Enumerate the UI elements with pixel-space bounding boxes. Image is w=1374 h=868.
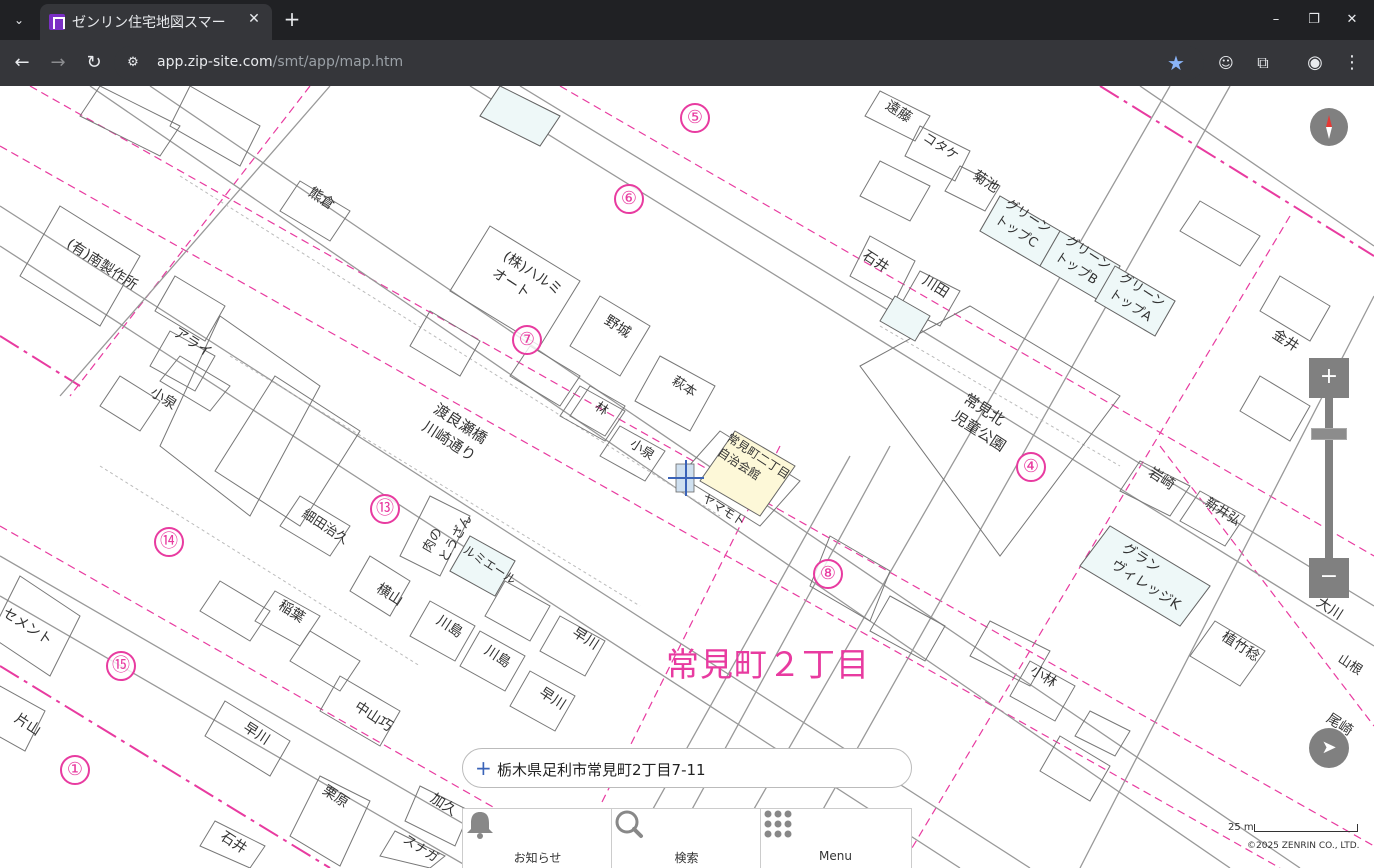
back-arrow-icon[interactable]: ← (9, 50, 35, 76)
add-icon[interactable]: + (475, 756, 492, 780)
browser-tab-bar: ⌄ ゼンリン住宅地図スマー ✕ + – ❐ ✕ (0, 0, 1374, 40)
reload-icon[interactable]: ↻ (81, 50, 107, 76)
block-number: ⑭ (154, 527, 184, 557)
block-number: ⑬ (370, 494, 400, 524)
bottom-menu: お知らせ 検索 Menu (462, 808, 912, 868)
menu-label: Menu (819, 849, 852, 863)
map-scale: 25 m (1228, 822, 1358, 834)
address-text: 栃木県足利市常見町2丁目7-11 (497, 761, 706, 779)
grid-icon (764, 810, 792, 838)
tab-search-button[interactable]: ⌄ (6, 8, 32, 32)
address-bar[interactable]: ⚙ app.zip-site.com/smt/app/map.htm ★ (114, 46, 1204, 80)
bell-icon (467, 812, 493, 839)
search-label: 検索 (674, 851, 699, 865)
extensions-puzzle-icon[interactable]: ⧉ (1250, 50, 1276, 76)
block-number: ⑥ (614, 184, 644, 214)
zoom-out-button[interactable]: − (1309, 558, 1349, 598)
browser-tab[interactable]: ゼンリン住宅地図スマー ✕ (40, 4, 272, 40)
search-button[interactable]: 検索 (612, 809, 761, 868)
scale-bar (1254, 824, 1358, 832)
block-number: ⑮ (106, 651, 136, 681)
compass-icon[interactable] (1310, 108, 1348, 146)
browser-toolbar: ← → ↻ ⚙ app.zip-site.com/smt/app/map.htm… (0, 40, 1374, 86)
scale-label: 25 m (1228, 822, 1254, 833)
zoom-slider-track[interactable] (1325, 398, 1333, 558)
block-number: ④ (1016, 452, 1046, 482)
block-number: ① (60, 755, 90, 785)
url-text[interactable]: app.zip-site.com/smt/app/map.htm (157, 54, 403, 70)
forward-arrow-icon[interactable]: → (45, 50, 71, 76)
zoom-slider-handle[interactable] (1311, 428, 1347, 440)
window-minimize-button[interactable]: – (1264, 8, 1288, 32)
site-favicon-icon (49, 14, 65, 30)
profile-icon[interactable]: ◉ (1302, 50, 1328, 76)
extension-avatar-icon[interactable]: ☺ (1213, 50, 1239, 76)
notice-button[interactable]: お知らせ (463, 809, 612, 868)
block-number: ⑤ (680, 103, 710, 133)
block-number: ⑧ (813, 559, 843, 589)
zoom-in-button[interactable]: + (1309, 358, 1349, 398)
tab-close-icon[interactable]: ✕ (244, 11, 264, 27)
compass-south-needle (1326, 127, 1332, 139)
address-bar-panel[interactable]: + 栃木県足利市常見町2丁目7-11 (462, 748, 912, 788)
new-tab-button[interactable]: + (280, 7, 304, 31)
tab-title: ゼンリン住宅地図スマー (72, 15, 226, 31)
site-info-icon[interactable]: ⚙ (124, 54, 142, 72)
current-location-icon[interactable]: ➤ (1309, 728, 1349, 768)
bookmark-star-icon[interactable]: ★ (1164, 51, 1188, 75)
menu-button[interactable]: Menu (761, 809, 910, 868)
window-close-button[interactable]: ✕ (1340, 8, 1364, 32)
notice-label: お知らせ (513, 851, 562, 865)
url-host: app.zip-site.com (157, 54, 273, 70)
browser-menu-icon[interactable]: ⋮ (1339, 50, 1365, 76)
window-restore-button[interactable]: ❐ (1302, 8, 1326, 32)
compass-north-needle (1326, 115, 1332, 127)
copyright-text: ©2025 ZENRIN CO., LTD. (1247, 841, 1360, 851)
block-number: ⑦ (512, 325, 542, 355)
district-name: 常見町２丁目 (666, 645, 870, 684)
search-icon (615, 810, 643, 838)
url-path: /smt/app/map.htm (272, 54, 404, 70)
map-canvas[interactable]: ⑤ ⑥ ⑦ ④ ⑬ ⑭ ⑧ ⑮ ① 渡良瀬橋 川崎通り 常見北 児童公園 常見町… (0, 86, 1374, 868)
